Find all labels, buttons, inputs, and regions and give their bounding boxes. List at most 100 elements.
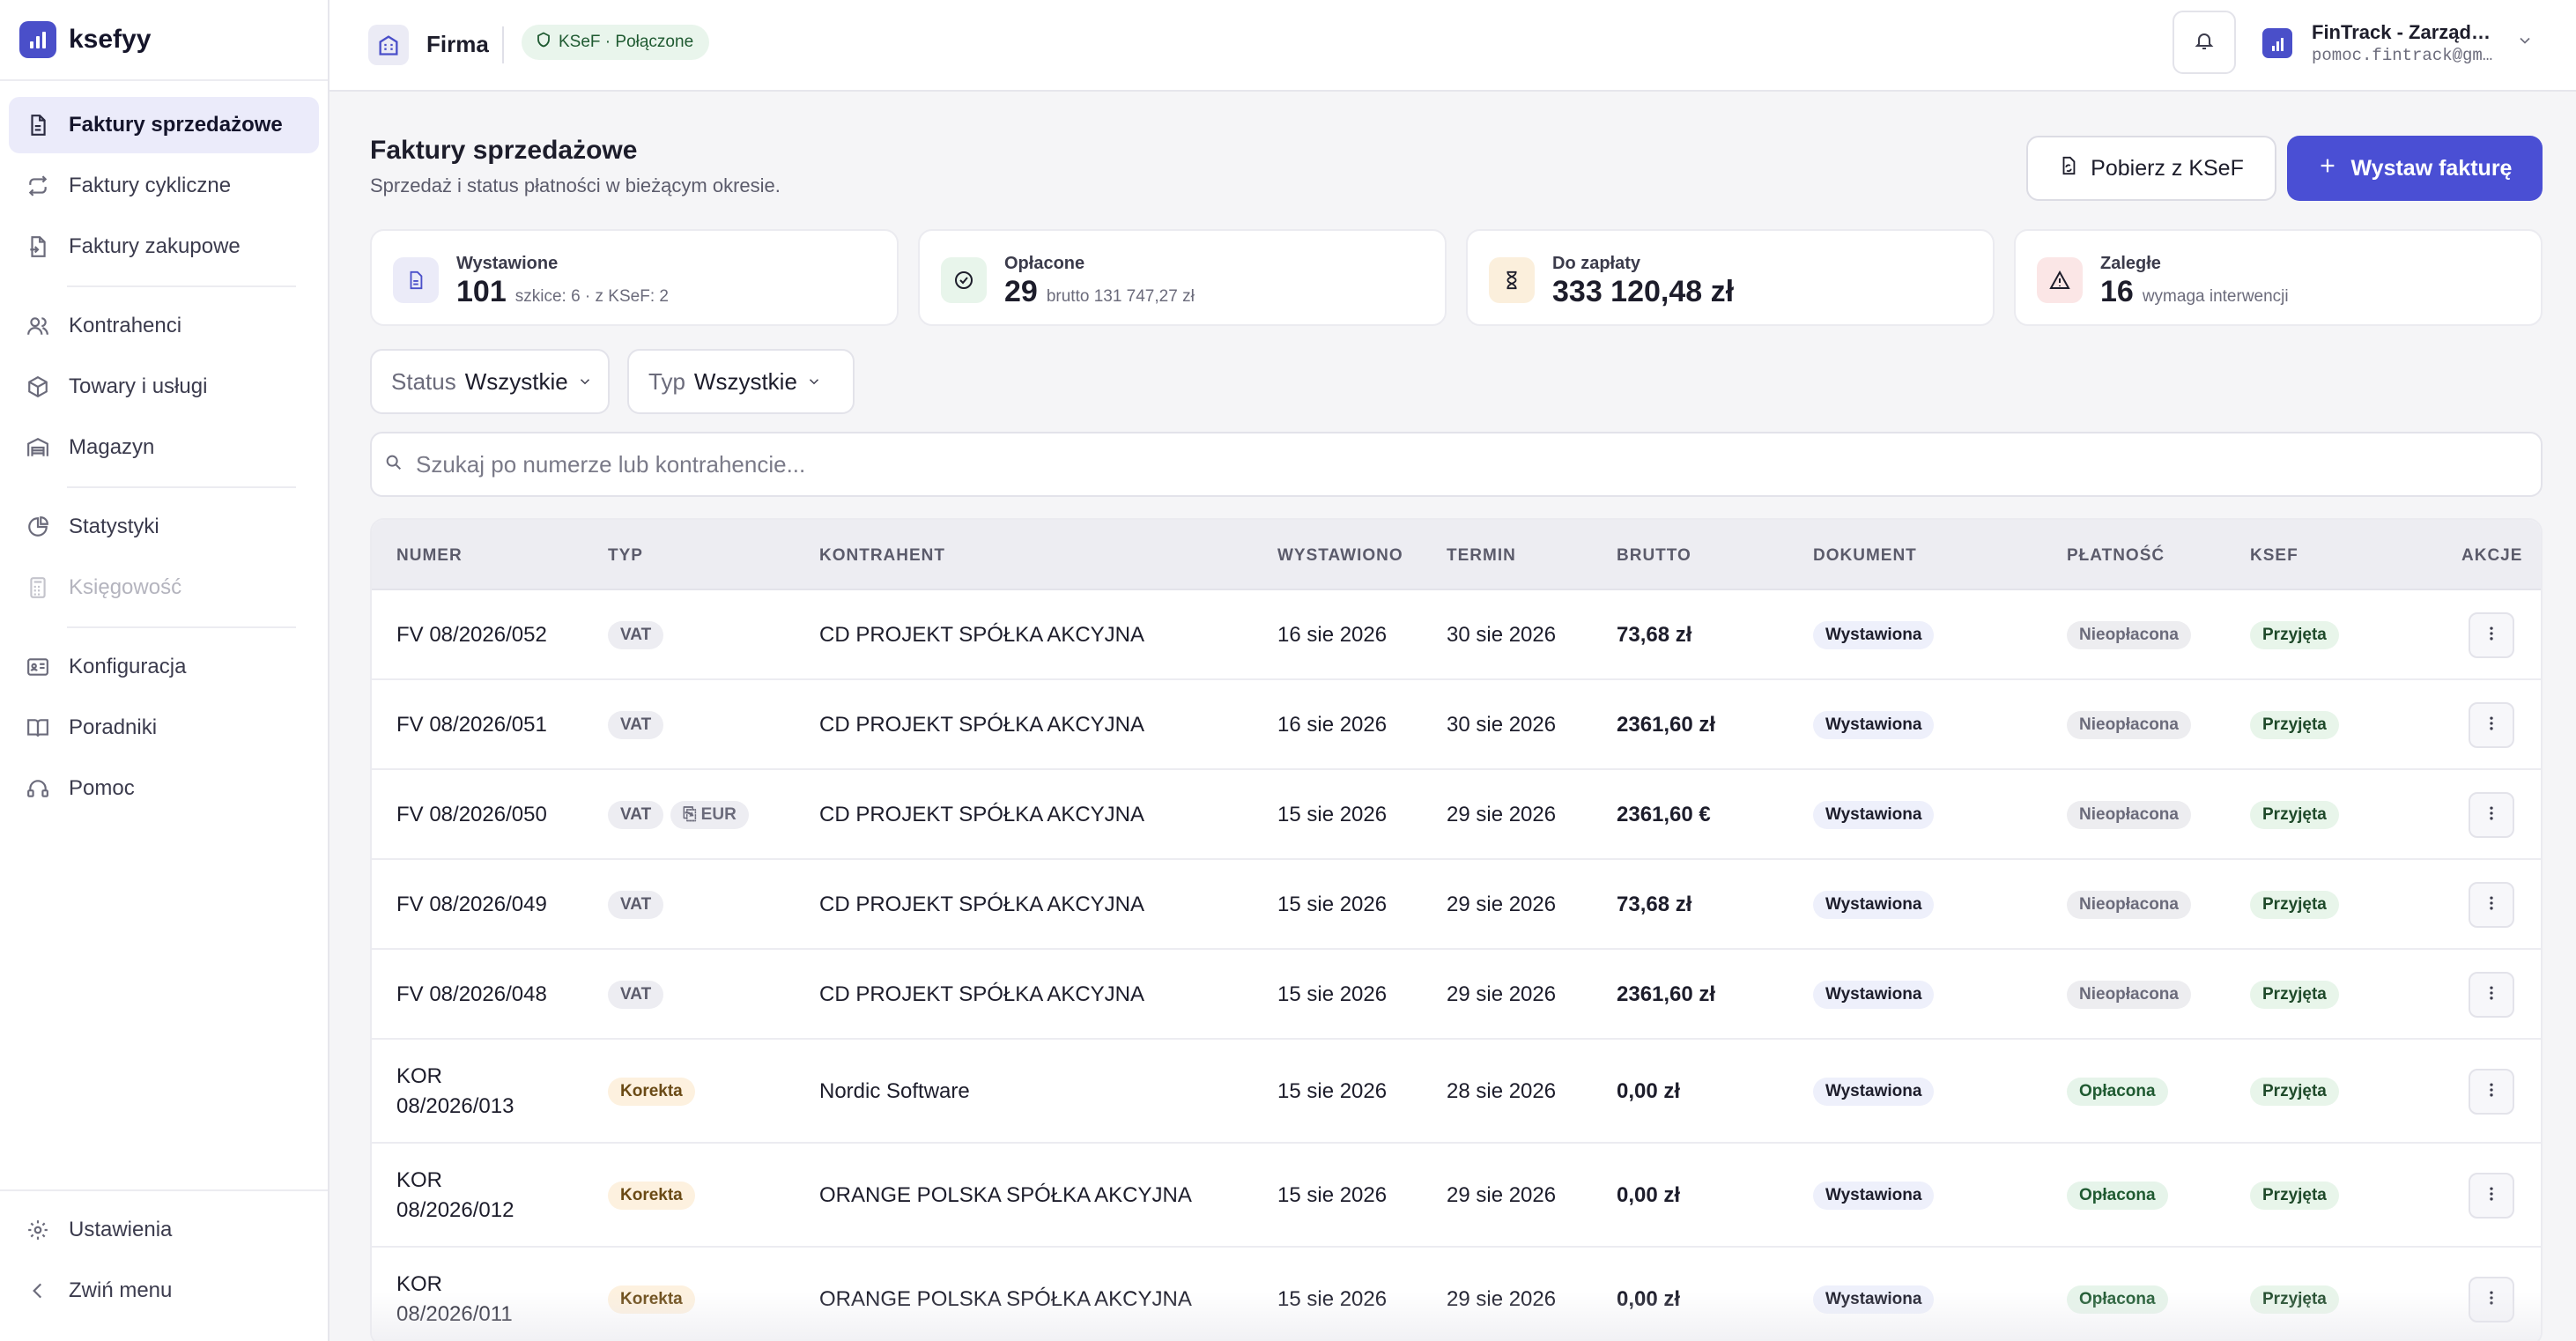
col-contractor[interactable]: KONTRAHENT <box>819 546 945 566</box>
stat-value: 16 wymaga interwencji <box>2100 275 2289 309</box>
document-status-badge: Wystawiona <box>1813 891 1935 919</box>
table-row[interactable]: FV 08/2026/049 VAT CD PROJEKT SPÓŁKA AKCYJ… <box>372 860 2541 950</box>
document-status-badge: Wystawiona <box>1813 1182 1935 1210</box>
table-row[interactable]: FV 08/2026/050 VAT ⎘ EUR CD PROJEKT SPÓŁKA … <box>372 770 2541 860</box>
sidebar-item-label: Magazyn <box>69 435 155 459</box>
calculator-icon <box>26 576 49 599</box>
nav-divider <box>67 486 296 488</box>
table-row[interactable]: KOR 08/2026/013 Korekta Nordic Software 15 s… <box>372 1040 2541 1144</box>
invoice-number[interactable]: FV 08/2026/052 <box>396 623 547 648</box>
stat-value: 101 szkice: 6 · z KSeF: 2 <box>456 275 669 309</box>
payment-status-badge: Opłacona <box>2067 1078 2168 1106</box>
more-vertical-icon <box>2483 715 2500 737</box>
new-invoice-label: Wystaw fakturę <box>2350 155 2513 181</box>
row-actions-button[interactable] <box>2469 972 2514 1018</box>
sidebar-item-sales-invoices[interactable]: Faktury sprzedażowe <box>9 97 319 153</box>
logo[interactable]: ksefyy <box>0 0 328 81</box>
document-status-badge: Wystawiona <box>1813 711 1935 739</box>
sidebar-item-label: Towary i usługi <box>69 374 208 398</box>
table-row[interactable]: KOR 08/2026/012 Korekta ORANGE POLSKA SPÓŁK… <box>372 1144 2541 1248</box>
sidebar-item-purchase-invoices[interactable]: Faktury zakupowe <box>9 219 319 275</box>
ksef-status-badge: Przyjęta <box>2250 711 2339 739</box>
sidebar-item-label: Zwiń menu <box>69 1278 173 1302</box>
stat-number: 29 <box>1004 275 1038 308</box>
col-issued[interactable]: WYSTAWIONO <box>1277 546 1403 566</box>
table-row[interactable]: FV 08/2026/048 VAT CD PROJEKT SPÓŁKA AKCYJ… <box>372 950 2541 1040</box>
col-due[interactable]: TERMIN <box>1447 546 1516 566</box>
type-cell: VAT <box>608 981 664 1009</box>
type-badge: Korekta <box>608 1078 695 1106</box>
search-input[interactable] <box>416 450 2178 478</box>
sidebar-item-guides[interactable]: Poradniki <box>9 700 319 756</box>
table-row[interactable]: FV 08/2026/051 VAT CD PROJEKT SPÓŁKA AKCYJ… <box>372 680 2541 770</box>
status-filter[interactable]: Status Wszystkie <box>370 349 610 414</box>
contractor-name: CD PROJEKT SPÓŁKA AKCYJNA <box>819 713 1145 737</box>
col-gross[interactable]: BRUTTO <box>1617 546 1691 566</box>
sidebar-item-help[interactable]: Pomoc <box>9 760 319 817</box>
sidebar-item-contractors[interactable]: Kontrahenci <box>9 298 319 354</box>
app-name: ksefyy <box>69 25 152 54</box>
firm-switcher[interactable]: Firma <box>426 26 489 62</box>
stat-card-paid: Opłacone 29 brutto 131 747,27 zł <box>918 229 1447 326</box>
col-document[interactable]: DOKUMENT <box>1813 546 1917 566</box>
sidebar: ksefyy Faktury sprzedażowe Faktury cykli… <box>0 0 329 1341</box>
col-ksef[interactable]: KSEF <box>2250 546 2298 566</box>
sidebar-item-recurring-invoices[interactable]: Faktury cykliczne <box>9 158 319 214</box>
invoice-number[interactable]: FV 08/2026/050 <box>396 803 547 827</box>
file-text-icon <box>393 257 439 303</box>
ksef-status-badge: Przyjęta <box>2250 801 2339 829</box>
gross-amount: 2361,60 zł <box>1617 982 1716 1006</box>
sidebar-item-configuration[interactable]: Konfiguracja <box>9 639 319 695</box>
invoice-number[interactable]: FV 08/2026/048 <box>396 982 547 1007</box>
row-actions-button[interactable] <box>2469 1173 2514 1219</box>
chevron-down-icon <box>806 368 822 396</box>
due-date: 28 sie 2026 <box>1447 1079 1557 1103</box>
row-actions-button[interactable] <box>2469 702 2514 748</box>
more-vertical-icon <box>2483 804 2500 826</box>
sidebar-item-settings[interactable]: Ustawienia <box>9 1202 319 1258</box>
sidebar-item-warehouse[interactable]: Magazyn <box>9 419 319 476</box>
org-switcher[interactable]: FinTrack - Zarządzanie pomoc.fintrack@gm… <box>2261 21 2534 67</box>
row-actions-button[interactable] <box>2469 1069 2514 1115</box>
due-date: 29 sie 2026 <box>1447 803 1557 826</box>
row-actions-button[interactable] <box>2469 612 2514 658</box>
more-vertical-icon <box>2483 625 2500 647</box>
type-filter[interactable]: Typ Wszystkie <box>627 349 855 414</box>
invoice-number[interactable]: FV 08/2026/049 <box>396 893 547 917</box>
scroll-fade <box>372 1292 2541 1341</box>
row-actions-button[interactable] <box>2469 882 2514 928</box>
issued-date: 15 sie 2026 <box>1277 982 1388 1006</box>
ksef-status-badge: Przyjęta <box>2250 891 2339 919</box>
col-type[interactable]: TYP <box>608 546 643 566</box>
col-number[interactable]: NUMER <box>396 546 463 566</box>
fetch-from-ksef-button[interactable]: Pobierz z KSeF <box>2026 136 2276 201</box>
type-badge: VAT <box>608 801 664 829</box>
page-title: Faktury sprzedażowe <box>370 136 638 165</box>
ksef-status-badge: Przyjęta <box>2250 981 2339 1009</box>
payment-status-badge: Opłacona <box>2067 1182 2168 1210</box>
col-payment[interactable]: PŁATNOŚĆ <box>2067 546 2165 566</box>
sidebar-item-statistics[interactable]: Statystyki <box>9 499 319 555</box>
sidebar-item-label: Faktury cykliczne <box>69 174 232 197</box>
warning-triangle-icon <box>2037 257 2083 303</box>
type-badge: VAT <box>608 981 664 1009</box>
invoice-number[interactable]: KOR 08/2026/013 <box>396 1062 514 1122</box>
nav-divider <box>67 285 296 287</box>
new-invoice-button[interactable]: Wystaw fakturę <box>2287 136 2543 201</box>
issued-date: 15 sie 2026 <box>1277 893 1388 916</box>
issued-date: 16 sie 2026 <box>1277 623 1388 647</box>
gross-amount: 0,00 zł <box>1617 1183 1681 1207</box>
table-row[interactable]: FV 08/2026/052 VAT CD PROJEKT SPÓŁKA AKCYJ… <box>372 590 2541 680</box>
collapse-menu-button[interactable]: Zwiń menu <box>9 1263 319 1319</box>
file-invoice-icon <box>26 114 49 137</box>
row-actions-button[interactable] <box>2469 792 2514 838</box>
notifications-button[interactable] <box>2173 11 2236 74</box>
warehouse-icon <box>26 436 49 459</box>
plus-icon <box>2318 156 2337 182</box>
invoice-number[interactable]: KOR 08/2026/012 <box>396 1166 514 1226</box>
invoice-number[interactable]: FV 08/2026/051 <box>396 713 547 737</box>
sidebar-item-products[interactable]: Towary i usługi <box>9 359 319 415</box>
type-cell: VAT <box>608 711 664 739</box>
due-date: 29 sie 2026 <box>1447 893 1557 916</box>
payment-status-badge: Nieopłacona <box>2067 621 2191 649</box>
